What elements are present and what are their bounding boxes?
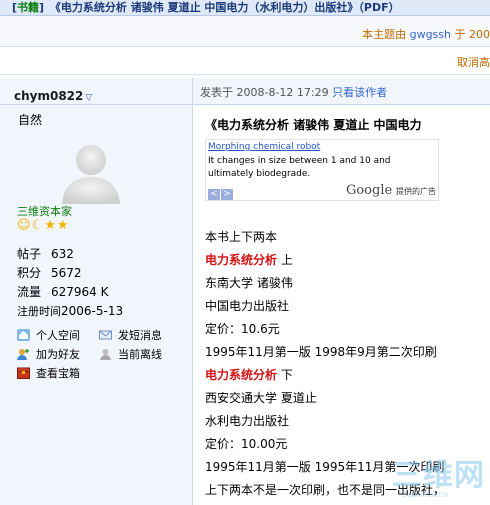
post-title: 《电力系统分析 诸骏伟 夏道止 中国电力 [205, 118, 422, 132]
author-rank: 三维资本家 [17, 205, 72, 218]
google-logo-text[interactable]: Google [346, 183, 392, 198]
post-line: 水利电力出版社 [205, 414, 290, 428]
author-name-link[interactable]: chym0822 ▽ [14, 89, 92, 103]
personal-space-label[interactable]: 个人空间 [36, 329, 80, 342]
topic-info-bar: 本主题由 gwgssh 于 200 [0, 16, 490, 47]
star-icon: ★ [44, 218, 56, 233]
post-line: 西安交通大学 夏道止 [205, 391, 317, 405]
send-message-button[interactable]: 发短消息 [99, 328, 162, 344]
stat-value: 5672 [51, 266, 82, 280]
sun-icon: ☺ [17, 218, 31, 233]
book-title-highlight: 电力系统分析 [205, 368, 278, 382]
home-icon [17, 329, 30, 341]
ad-text: It changes in size between 1 and 10 and … [208, 156, 391, 179]
envelope-icon [99, 330, 112, 340]
stat-label: 帖子 [17, 247, 42, 261]
post-timestamp: 2008-8-12 17:29 [236, 86, 329, 99]
stat-posts: 帖子 632 [17, 245, 123, 264]
google-ads-label[interactable]: Google 提供的广告 [346, 183, 436, 198]
author-sidebar: chym0822 ▽ 自然 三维资本家 ☺☾★★ 帖子 632 积分 5672 流量 6… [0, 78, 193, 505]
topic-note-prefix: 本主题由 [362, 28, 407, 41]
stat-label: 积分 [17, 266, 42, 280]
post-line: 东南大学 诸骏伟 [205, 276, 293, 290]
google-ad-box[interactable]: Morphing chemical robot It changes in si… [205, 139, 439, 201]
post-line: 1995年11月第一版 1998年9月第二次印刷 [205, 345, 437, 359]
post-line: 本书上下两本 [205, 230, 278, 244]
cancel-highlight-link[interactable]: 取消高 [457, 54, 490, 70]
stat-value: 632 [51, 247, 74, 261]
only-author-link[interactable]: 只看该作者 [332, 86, 387, 99]
post-content: 发表于 2008-8-12 17:29 只看该作者 《电力系统分析 诸骏伟 夏道… [193, 78, 490, 505]
add-friend-button[interactable]: 加为好友 [17, 347, 80, 363]
author-name[interactable]: chym0822 [14, 89, 83, 103]
ad-link[interactable]: Morphing chemical robot [208, 142, 320, 152]
add-friend-label[interactable]: 加为好友 [36, 348, 80, 361]
topic-moderator-link[interactable]: gwgssh [410, 28, 451, 41]
post-line: 电力系统分析 下 [205, 364, 490, 387]
avatar [62, 145, 120, 204]
thread-title: 《电力系统分析 诸骏伟 夏道止 中国电力（水利电力）出版社》（PDF） [49, 1, 400, 14]
google-ads-sub[interactable]: 提供的广告 [396, 187, 436, 196]
watermark-logo: 三维网 [392, 458, 485, 493]
chevron-down-icon[interactable]: ▽ [85, 93, 92, 103]
watermark-url: 3dportal.cn [402, 490, 448, 499]
treasure-chest-icon [17, 367, 30, 379]
personal-space-button[interactable]: 个人空间 [17, 328, 80, 344]
post-meta-prefix: 发表于 [200, 86, 233, 99]
post-meta: 发表于 2008-8-12 17:29 只看该作者 [200, 84, 387, 100]
stat-label: 注册时间 [17, 305, 61, 318]
stat-label: 流量 [17, 285, 42, 299]
post-line: 中国电力出版社 [205, 299, 290, 313]
category-tag[interactable]: 书籍 [17, 1, 39, 14]
post-line-tail: 下 [277, 368, 293, 382]
topic-highlight-note: 本主题由 gwgssh 于 200 [362, 26, 490, 42]
offline-status: 当前离线 [99, 347, 162, 363]
post-meta-bar: 发表于 2008-8-12 17:29 只看该作者 [193, 78, 490, 105]
moon-icon: ☾ [31, 218, 44, 233]
site-watermark: 三维网 3dportal.cn [392, 450, 490, 505]
post-line: 电力系统分析 上 [205, 249, 490, 272]
author-stats: 帖子 632 积分 5672 流量 627964 K 注册时间2006-5-13 [17, 245, 123, 321]
ad-nav: < > [208, 185, 234, 200]
tag-bracket-close: ] [39, 1, 45, 14]
ad-prev-icon[interactable]: < [208, 189, 220, 200]
author-header: chym0822 ▽ [0, 78, 192, 105]
ad-next-icon[interactable]: > [221, 189, 233, 200]
post-line-tail: 上 [277, 253, 293, 267]
stat-value: 627964 K [51, 285, 109, 299]
author-custom-title: 自然 [18, 113, 43, 127]
offline-user-icon [100, 349, 111, 360]
star-icon: ★ [56, 218, 69, 233]
stat-value: 2006-5-13 [61, 304, 124, 318]
send-message-label[interactable]: 发短消息 [118, 329, 162, 342]
topic-note-suffix: 于 200 [454, 28, 490, 41]
offline-status-label: 当前离线 [118, 348, 162, 361]
thread-title-bar: [书籍] 《电力系统分析 诸骏伟 夏道止 中国电力（水利电力）出版社》（PDF） [0, 0, 490, 16]
stat-register-date: 注册时间2006-5-13 [17, 302, 123, 321]
book-title-highlight: 电力系统分析 [205, 253, 278, 267]
add-friend-icon [17, 349, 29, 360]
stat-points: 积分 5672 [17, 264, 123, 283]
action-bar: 取消高 [0, 47, 490, 75]
stat-traffic: 流量 627964 K [17, 283, 123, 302]
view-treasure-label[interactable]: 查看宝箱 [36, 367, 80, 380]
rank-stars: ☺☾★★ [17, 218, 70, 234]
view-treasure-button[interactable]: 查看宝箱 [17, 366, 80, 382]
post-line: 定价：10.6元 [205, 322, 280, 336]
